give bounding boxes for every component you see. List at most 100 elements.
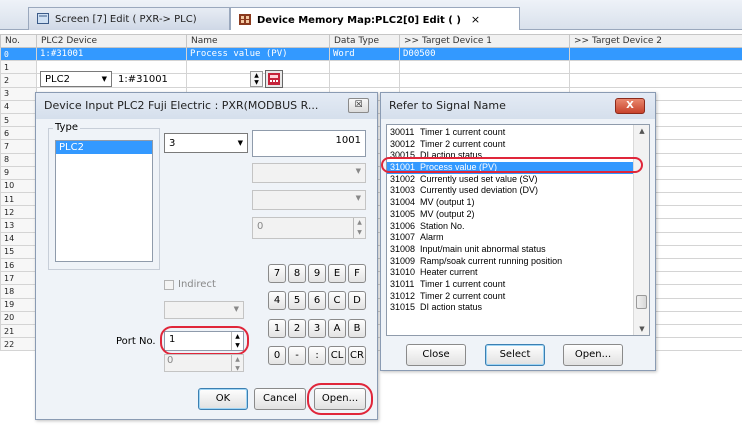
table-cell[interactable]	[329, 73, 400, 88]
keypad-key[interactable]: B	[348, 319, 366, 338]
signal-item[interactable]: 30012 Timer 2 current count	[387, 139, 649, 151]
table-cell[interactable]	[399, 60, 570, 75]
highlight-signal-oval	[381, 157, 643, 173]
highlight-open-oval	[307, 383, 373, 415]
keypad-key[interactable]: -	[288, 346, 306, 365]
signal-item[interactable]: 31007 Alarm	[387, 232, 649, 244]
column-header-no[interactable]: No.	[0, 34, 37, 48]
tab-device-memory-map[interactable]: Device Memory Map:PLC2[0] Edit ( ) ×	[230, 7, 520, 30]
keypad-key[interactable]: 9	[308, 264, 326, 283]
signal-item[interactable]: 31015 DI action status	[387, 302, 649, 314]
keypad-key[interactable]: 0	[268, 346, 286, 365]
keypad-key[interactable]: E	[328, 264, 346, 283]
signal-name: MV (output 1)	[420, 197, 475, 208]
keypad-key[interactable]: 1	[268, 319, 286, 338]
signal-item[interactable]: 31008 Input/main unit abnormal status	[387, 244, 649, 256]
close-tab-icon[interactable]: ×	[471, 13, 480, 26]
tab-screen-label: Screen [7] Edit ( PXR-> PLC)	[55, 14, 197, 25]
table-cell[interactable]	[569, 73, 742, 88]
table-row-selected[interactable]: 0 1:#31001 Process value (PV) Word D0050…	[0, 46, 742, 62]
row-number: 3	[0, 86, 37, 101]
signal-item[interactable]: 31006 Station No.	[387, 221, 649, 233]
keypad-key[interactable]: CR	[348, 346, 366, 365]
signal-item[interactable]: 31012 Timer 2 current count	[387, 291, 649, 303]
signal-name: DI action status	[420, 302, 483, 313]
signal-name: Input/main unit abnormal status	[420, 243, 546, 254]
type-list[interactable]: PLC2	[55, 140, 153, 262]
keypad-key[interactable]: 2	[288, 319, 306, 338]
cell-target-device-2[interactable]	[569, 46, 742, 62]
cell-data-type[interactable]: Word	[329, 46, 400, 62]
table-cell[interactable]	[569, 60, 742, 75]
keypad-key[interactable]: 5	[288, 291, 306, 310]
row-number: 18	[0, 284, 37, 299]
keypad-key[interactable]: F	[348, 264, 366, 283]
cell-plc2-device[interactable]: 1:#31001	[36, 46, 187, 62]
row-number: 22	[0, 337, 37, 352]
address-input[interactable]: 1001	[252, 130, 366, 157]
signal-name: Currently used deviation (DV)	[420, 185, 539, 196]
signal-number: 31015	[390, 302, 416, 313]
signal-name: Currently used set value (SV)	[420, 173, 538, 184]
signal-number: 31007	[390, 232, 416, 243]
signal-close-button[interactable]: Close	[406, 344, 466, 366]
signal-list[interactable]: 30011 Timer 1 current count 30012 Timer 2 c…	[386, 124, 650, 336]
indirect-checkbox[interactable]	[164, 280, 174, 290]
signal-number: 31004	[390, 197, 416, 208]
indirect-select: ▼	[164, 301, 244, 319]
device-type-combo[interactable]: PLC2 ▼	[40, 71, 112, 87]
scroll-up-icon[interactable]: ▲	[634, 127, 649, 135]
scroll-down-icon[interactable]: ▼	[634, 325, 649, 333]
cell-name[interactable]: Process value (PV)	[186, 46, 330, 62]
signal-item[interactable]: 31002 Currently used set value (SV)	[387, 174, 649, 186]
row-number: 11	[0, 192, 37, 207]
keypad-key[interactable]: 4	[268, 291, 286, 310]
signal-open-button[interactable]: Open...	[563, 344, 623, 366]
keypad-key[interactable]: 7	[268, 264, 286, 283]
signal-select-button[interactable]: Select	[485, 344, 545, 366]
keypad-key[interactable]: A	[328, 319, 346, 338]
signal-item[interactable]: 31011 Timer 1 current count	[387, 279, 649, 291]
signal-item[interactable]: 31009 Ramp/soak current running position	[387, 256, 649, 268]
table-cell[interactable]	[329, 60, 400, 75]
tab-screen-edit[interactable]: Screen [7] Edit ( PXR-> PLC)	[28, 7, 230, 30]
row-number: 10	[0, 178, 37, 194]
keypad-key[interactable]: :	[308, 346, 326, 365]
close-icon[interactable]: X	[615, 98, 645, 114]
ok-button[interactable]: OK	[198, 388, 248, 410]
keypad-key[interactable]: C	[328, 291, 346, 310]
signal-item[interactable]: 31004 MV (output 1)	[387, 197, 649, 209]
signal-item[interactable]: 30011 Timer 1 current count	[387, 127, 649, 139]
row-number: 21	[0, 323, 37, 339]
keypad-key[interactable]: 8	[288, 264, 306, 283]
row-number: 20	[0, 310, 37, 325]
type-list-item[interactable]: PLC2	[56, 141, 152, 154]
device-input-title: Device Input PLC2 Fuji Electric : PXR(MO…	[36, 93, 377, 119]
keypad-key[interactable]: 3	[308, 319, 326, 338]
close-icon[interactable]: ☒	[348, 98, 369, 113]
device-code-select[interactable]: 3 ▼	[164, 133, 248, 153]
scroll-thumb[interactable]	[636, 295, 647, 309]
signal-item[interactable]: 31005 MV (output 2)	[387, 209, 649, 221]
chevron-down-icon: ▼	[101, 75, 107, 83]
column-header-target-device-1[interactable]: >> Target Device 1	[399, 34, 570, 48]
column-header-data-type[interactable]: Data Type	[329, 34, 400, 48]
device-input-button[interactable]	[265, 70, 283, 88]
address-spinner[interactable]: ▲ ▼	[250, 71, 263, 87]
signal-number: 30011	[390, 127, 415, 137]
chevron-down-icon: ▼	[237, 139, 243, 147]
row-number: 9	[0, 165, 37, 180]
cancel-button[interactable]: Cancel	[254, 388, 306, 410]
keypad-key[interactable]: CL	[328, 346, 346, 365]
port-sub-value: 0	[167, 355, 174, 366]
signal-item[interactable]: 31003 Currently used deviation (DV)	[387, 185, 649, 197]
column-header-plc2-device[interactable]: PLC2 Device	[36, 34, 187, 48]
column-header-name[interactable]: Name	[186, 34, 330, 48]
signal-item[interactable]: 31010 Heater current	[387, 267, 649, 279]
keypad-key[interactable]: 6	[308, 291, 326, 310]
port-sub-spinner: ▲ ▼	[231, 355, 243, 372]
column-header-target-device-2[interactable]: >> Target Device 2	[569, 34, 742, 48]
table-cell[interactable]	[399, 73, 570, 88]
keypad-key[interactable]: D	[348, 291, 366, 310]
cell-target-device-1[interactable]: D00500	[399, 46, 570, 62]
